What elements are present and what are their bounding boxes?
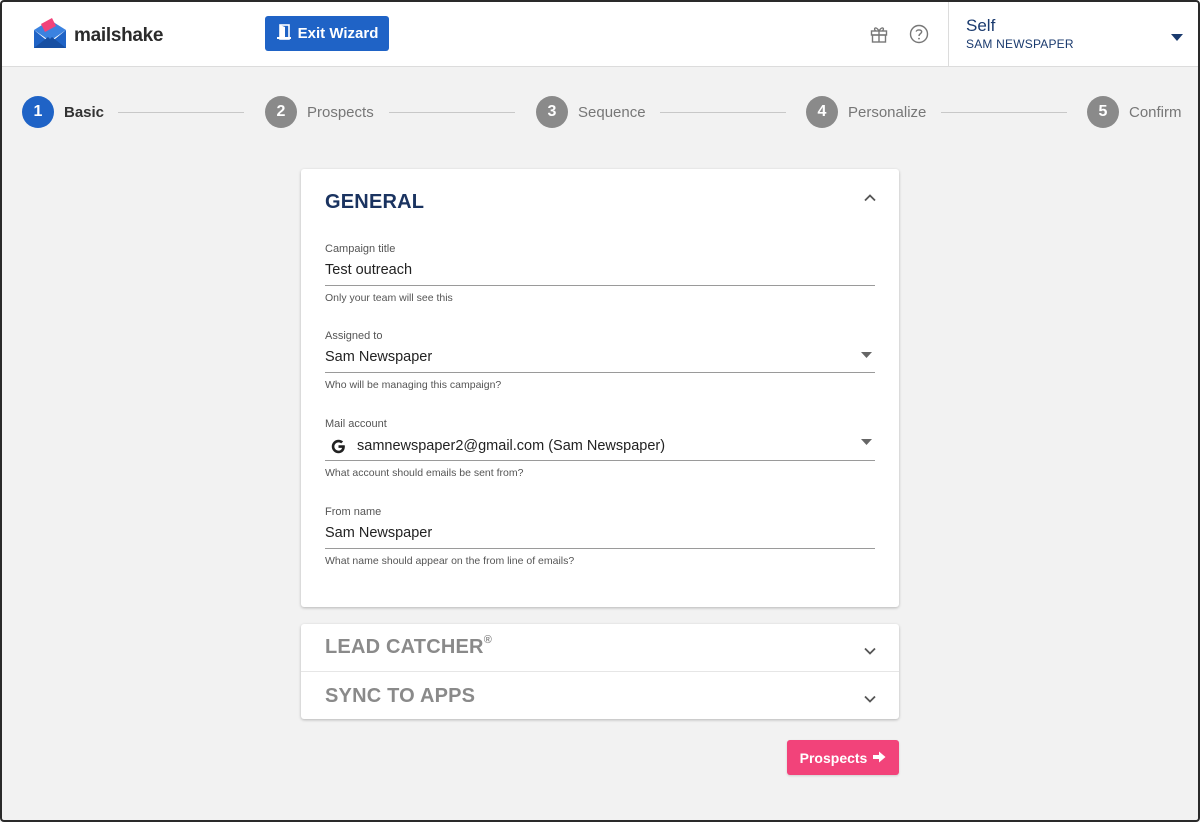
- step-number: 5: [1087, 96, 1119, 128]
- brand-name: mailshake: [74, 24, 164, 46]
- help-icon[interactable]: [909, 24, 929, 44]
- assigned-to-label: Assigned to: [325, 330, 383, 342]
- step-label: Basic: [64, 103, 105, 121]
- next-prospects-button[interactable]: Prospects: [787, 740, 899, 775]
- arrow-right-icon: [873, 750, 886, 766]
- lead-catcher-header[interactable]: LEAD CATCHER®: [325, 634, 493, 659]
- assigned-to-select[interactable]: Sam Newspaper: [325, 349, 432, 365]
- section-divider: [301, 671, 899, 672]
- assigned-to-help: Who will be managing this campaign?: [325, 379, 502, 391]
- step-connector: [660, 112, 786, 113]
- dropdown-caret-icon[interactable]: [861, 432, 872, 450]
- campaign-title-label: Campaign title: [325, 243, 396, 255]
- field-underline: [325, 460, 875, 461]
- gift-icon[interactable]: [869, 24, 889, 44]
- step-label: Prospects: [307, 103, 374, 121]
- step-label: Confirm: [1129, 103, 1182, 121]
- chevron-down-icon[interactable]: [863, 692, 877, 706]
- field-underline: [325, 548, 875, 549]
- caret-down-icon: [1171, 29, 1183, 47]
- campaign-title-help: Only your team will see this: [325, 292, 453, 304]
- step-number: 3: [536, 96, 568, 128]
- dropdown-caret-icon[interactable]: [861, 345, 872, 363]
- step-prospects[interactable]: 2 Prospects: [265, 96, 374, 128]
- mailshake-logo[interactable]: mailshake: [32, 17, 164, 54]
- field-underline: [325, 372, 875, 373]
- step-number: 1: [22, 96, 54, 128]
- step-sequence[interactable]: 3 Sequence: [536, 96, 646, 128]
- lead-catcher-title: LEAD CATCHER: [325, 636, 484, 658]
- step-connector: [941, 112, 1067, 113]
- mail-account-label: Mail account: [325, 418, 387, 430]
- sync-to-apps-header[interactable]: SYNC TO APPS: [325, 685, 475, 708]
- chevron-up-icon[interactable]: [863, 191, 877, 205]
- chevron-down-icon[interactable]: [863, 644, 877, 658]
- field-underline: [325, 285, 875, 286]
- step-number: 4: [806, 96, 838, 128]
- step-basic[interactable]: 1 Basic: [22, 96, 104, 128]
- exit-wizard-button[interactable]: Exit Wizard: [265, 16, 389, 51]
- step-connector: [389, 112, 515, 113]
- general-section: GENERAL Campaign title Test outreach Onl…: [301, 169, 899, 607]
- from-name-label: From name: [325, 506, 382, 518]
- step-label: Personalize: [848, 103, 927, 121]
- campaign-title-input[interactable]: Test outreach: [325, 262, 412, 278]
- from-name-help: What name should appear on the from line…: [325, 555, 575, 567]
- step-confirm[interactable]: 5 Confirm: [1087, 96, 1182, 128]
- exit-wizard-label: Exit Wizard: [297, 25, 379, 42]
- exit-door-icon: [276, 23, 292, 44]
- from-name-input[interactable]: Sam Newspaper: [325, 525, 432, 541]
- account-name: Self: [966, 16, 996, 35]
- general-title: GENERAL: [325, 191, 425, 213]
- google-icon: [331, 439, 346, 459]
- step-label: Sequence: [578, 103, 646, 121]
- top-header: mailshake Exit Wizard Self SAM NEWSPAPER: [0, 0, 1200, 67]
- registered-mark: ®: [483, 634, 493, 647]
- collapsed-sections: LEAD CATCHER® SYNC TO APPS: [301, 624, 899, 719]
- account-switcher[interactable]: Self SAM NEWSPAPER: [948, 0, 1200, 66]
- step-connector: [118, 112, 244, 113]
- account-subtitle: SAM NEWSPAPER: [966, 37, 1074, 51]
- mail-account-select[interactable]: samnewspaper2@gmail.com (Sam Newspaper): [357, 438, 665, 454]
- next-button-label: Prospects: [799, 749, 868, 766]
- step-number: 2: [265, 96, 297, 128]
- mail-account-help: What account should emails be sent from?: [325, 467, 524, 479]
- step-personalize[interactable]: 4 Personalize: [806, 96, 926, 128]
- mailshake-logo-icon: [32, 17, 68, 54]
